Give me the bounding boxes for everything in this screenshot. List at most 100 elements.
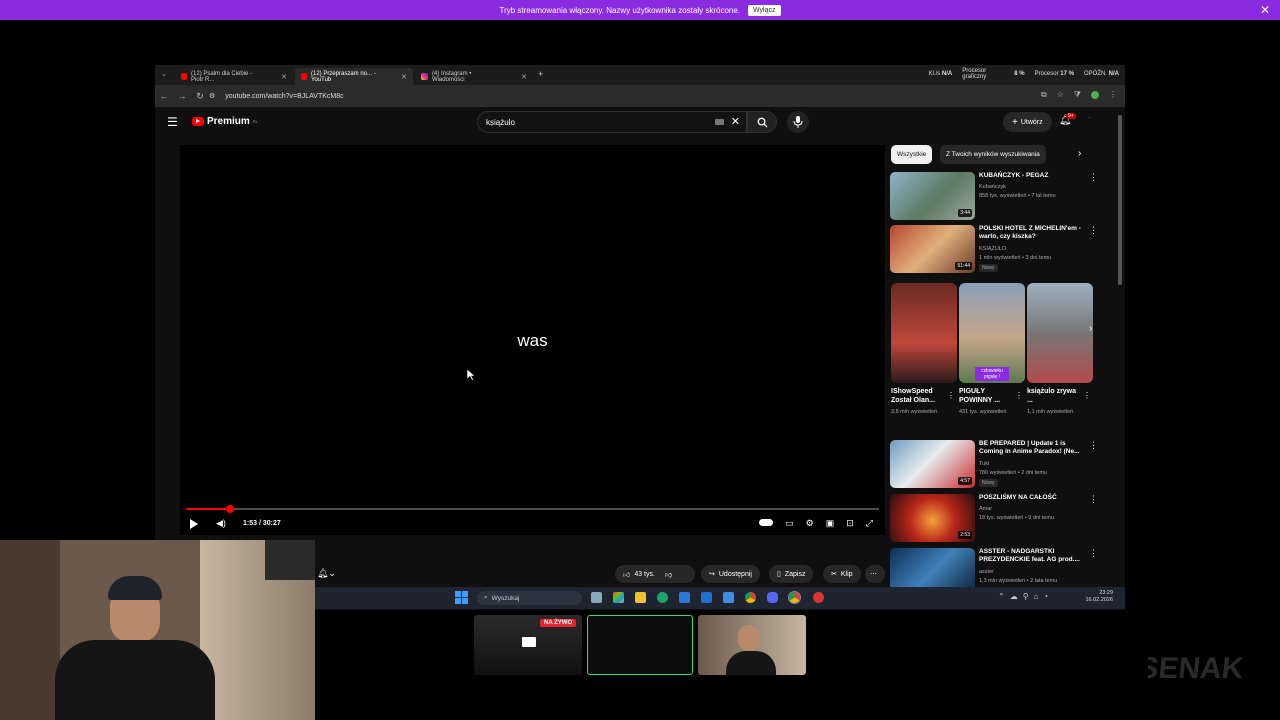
more-options-icon[interactable]: ⋮ — [1089, 440, 1098, 451]
short-title[interactable]: IShowSpeed Został Olan... — [891, 387, 947, 405]
video-title[interactable]: BE PREPARED | Update 1 is Coming in Anim… — [979, 440, 1089, 456]
video-thumbnail[interactable]: 51:44 — [890, 225, 975, 273]
channel-name[interactable]: Tuki — [979, 461, 989, 467]
clear-search-icon[interactable]: ✕ — [731, 115, 740, 128]
like-count[interactable]: 43 tys. — [634, 571, 655, 578]
autoplay-toggle[interactable] — [759, 519, 774, 526]
tab-youtube-active[interactable]: (12) Przepraszam no... - YouTub ✕ — [295, 68, 413, 85]
close-tab-icon[interactable]: ✕ — [401, 73, 407, 81]
start-windows-icon[interactable] — [455, 591, 468, 604]
keyboard-icon[interactable] — [715, 119, 724, 125]
video-item[interactable]: 2:53 POSZLIŚMY NA CAŁOŚĆ Amar 18 tys. wy… — [890, 494, 1100, 544]
clock-time[interactable]: 23:29 — [1085, 590, 1113, 597]
clip-button[interactable]: ✂ Klip — [823, 565, 861, 583]
video-item[interactable]: 3:44 KUBAŃCZYK - PEGAZ Kubańczyk 858 tys… — [890, 172, 1100, 222]
video-title[interactable]: POSZLIŚMY NA CAŁOŚĆ — [979, 494, 1089, 502]
voice-search-button[interactable] — [787, 111, 809, 133]
short-thumbnail[interactable] — [1027, 283, 1093, 383]
video-player[interactable]: was ◀︎) 1:53 / 30:27 ▭ ⚙ ▣ ⊡ ⤢ — [180, 145, 885, 535]
site-info-icon[interactable]: ⚙ — [209, 92, 215, 100]
url-field[interactable]: youtube.com/watch?v=BJLAVTKcM8c — [225, 93, 343, 100]
chip-all[interactable]: Wszystkie — [891, 145, 933, 164]
more-options-icon[interactable]: ⋮ — [1089, 172, 1098, 183]
more-options-icon[interactable]: ⋮ — [1089, 494, 1098, 505]
close-tab-icon[interactable]: ✕ — [521, 73, 527, 81]
disable-stream-mode-button[interactable]: Wyłącz — [748, 4, 781, 16]
chevron-right-icon[interactable]: › — [1078, 148, 1081, 159]
like-icon[interactable]: 👍︎ — [623, 570, 630, 579]
video-item[interactable]: 51:44 POLSKI HOTEL Z MICHELIN'em - warto… — [890, 225, 1100, 275]
play-icon[interactable] — [190, 519, 198, 529]
shorts-next-icon[interactable]: › — [1089, 323, 1092, 334]
youtube-premium-logo[interactable]: Premium PL — [192, 116, 258, 127]
clock-date[interactable]: 16.02.2026 — [1085, 597, 1113, 604]
chrome-active-icon[interactable] — [788, 591, 801, 604]
video-item[interactable]: 4:57 BE PREPARED | Update 1 is Coming in… — [890, 440, 1100, 490]
cast-icon[interactable]: ⊡ — [846, 518, 854, 529]
tab-search-icon[interactable]: ⌄ — [161, 70, 167, 78]
settings-gear-icon[interactable]: ⚙ — [806, 518, 814, 529]
copilot-icon[interactable] — [613, 592, 624, 603]
ms-store-icon[interactable] — [679, 592, 690, 603]
mail-icon[interactable] — [701, 592, 712, 603]
app-icon[interactable] — [813, 592, 824, 603]
channel-name[interactable]: Kubańczyk — [979, 184, 1006, 190]
short-thumbnail[interactable] — [891, 283, 957, 383]
install-icon[interactable]: ⧉ — [1041, 90, 1047, 100]
close-tab-icon[interactable]: ✕ — [281, 73, 287, 81]
scene-preview-selected[interactable] — [587, 615, 693, 675]
back-icon[interactable]: ← — [155, 91, 173, 101]
fullscreen-icon[interactable]: ⤢ — [866, 518, 873, 529]
miniplayer-icon[interactable]: ▣ — [826, 518, 835, 529]
tab-psalm[interactable]: (12) Psalm dla Ciebie - Piotr R... ✕ — [175, 68, 293, 85]
profile-avatar[interactable] — [1091, 91, 1099, 99]
channel-name[interactable]: Amar — [979, 506, 992, 512]
dislike-icon[interactable]: 👎︎ — [665, 570, 672, 579]
more-options-icon[interactable]: ⋮ — [1089, 548, 1098, 559]
scrubber-handle[interactable] — [225, 505, 234, 513]
video-thumbnail[interactable]: 2:53 — [890, 494, 975, 542]
taskbar-search-input[interactable]: ⌕ Wyszukaj — [477, 591, 582, 605]
more-options-icon[interactable]: ⋮ — [1083, 391, 1091, 400]
bookmark-star-icon[interactable]: ☆ — [1057, 90, 1064, 100]
more-actions-button[interactable]: ⋯ — [865, 565, 885, 583]
video-title[interactable]: POLSKI HOTEL Z MICHELIN'em - warto, czy … — [979, 225, 1089, 241]
video-title[interactable]: KUBAŃCZYK - PEGAZ — [979, 172, 1089, 180]
forward-icon[interactable]: → — [173, 91, 191, 101]
more-options-icon[interactable]: ⋮ — [1015, 391, 1023, 400]
scene-preview-webcam[interactable] — [698, 615, 806, 675]
hamburger-menu-icon[interactable]: ☰ — [167, 115, 178, 129]
extensions-icon[interactable]: ⧩ — [1074, 90, 1081, 100]
short-title[interactable]: książulo zrywa ... — [1027, 387, 1083, 405]
channel-name[interactable]: KSIĄŻULO — [979, 246, 1006, 252]
video-thumbnail[interactable]: 3:44 — [890, 172, 975, 220]
page-scrollbar[interactable] — [1118, 115, 1122, 285]
account-avatar[interactable]: · — [1088, 113, 1091, 122]
create-button[interactable]: + Utwórz — [1003, 112, 1052, 132]
short-thumbnail[interactable]: człowieku pigułę ! — [959, 283, 1025, 383]
tab-instagram[interactable]: (4) Instagram • Wiadomości ✕ — [415, 68, 533, 85]
browser-menu-icon[interactable]: ⋮ — [1109, 90, 1117, 100]
search-input[interactable]: książulo ✕ — [477, 111, 747, 133]
reload-icon[interactable]: ↻ — [191, 91, 209, 102]
chrome-icon[interactable] — [745, 592, 756, 603]
progress-bar[interactable] — [186, 505, 879, 513]
task-view-icon[interactable] — [591, 592, 602, 603]
share-button[interactable]: ↪ Udostępnij — [701, 565, 760, 583]
volume-icon[interactable]: ◀︎) — [216, 518, 226, 529]
outlook-icon[interactable] — [723, 592, 734, 603]
video-title[interactable]: ASSTER - NADGARSTKI PREZYDENCKIE feat. A… — [979, 548, 1089, 564]
discord-icon[interactable] — [767, 592, 778, 603]
subtitles-icon[interactable]: ▭ — [785, 518, 794, 529]
search-button[interactable] — [747, 111, 777, 133]
more-options-icon[interactable]: ⋮ — [1089, 225, 1098, 236]
new-tab-icon[interactable]: + — [538, 69, 543, 79]
more-options-icon[interactable]: ⋮ — [947, 391, 955, 400]
short-title[interactable]: PIGUŁY POWINNY ... — [959, 387, 1015, 405]
file-explorer-icon[interactable] — [635, 592, 646, 603]
chip-search-results[interactable]: Z Twoich wyników wyszukiwania — [940, 145, 1046, 164]
save-button[interactable]: ▯ Zapisz — [769, 565, 814, 583]
video-thumbnail[interactable]: 4:57 — [890, 440, 975, 488]
channel-name[interactable]: asster — [979, 569, 994, 575]
notification-bell-icon[interactable]: 🔔︎⌄ — [317, 568, 336, 579]
